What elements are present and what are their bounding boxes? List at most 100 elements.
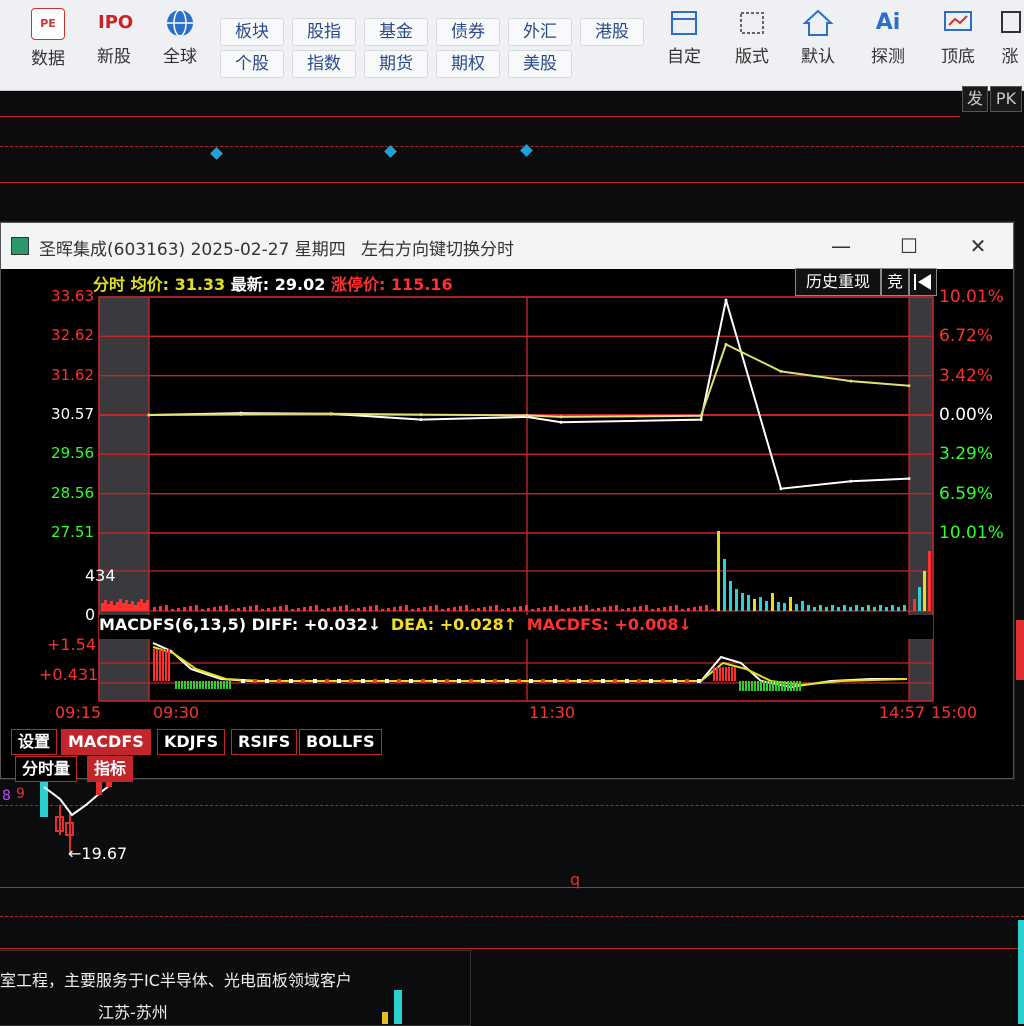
tab-bollfs[interactable]: BOLLFS: [299, 729, 382, 755]
bg-marker: [210, 147, 223, 160]
btn-fund[interactable]: 基金: [364, 18, 428, 46]
volume-bar: [735, 589, 738, 611]
macd-bar: [713, 667, 715, 681]
volume-bar: [747, 595, 750, 611]
pe-icon: PE: [31, 8, 65, 40]
avg-price-point: [525, 413, 529, 417]
macd-dot: [289, 679, 293, 683]
layout-icon: [736, 8, 768, 38]
toolbar-ipo[interactable]: IPO 新股: [86, 8, 142, 67]
company-location: 江苏-苏州: [98, 1003, 168, 1022]
macd-dot: [433, 679, 437, 683]
dea-label: DEA:: [390, 615, 435, 634]
btn-forex[interactable]: 外汇: [508, 18, 572, 46]
tab-macdfs[interactable]: MACDFS: [61, 729, 151, 755]
volume-bar: [771, 593, 774, 611]
volume-bar: [387, 608, 390, 611]
btn-hk-stock[interactable]: 港股: [580, 18, 644, 46]
price-point: [699, 418, 703, 422]
toolbar-ipo-label: 新股: [97, 47, 131, 67]
volume-bar: [125, 600, 128, 611]
volume-bar: [459, 606, 462, 611]
price-point: [849, 479, 853, 483]
volume-bar: [171, 609, 174, 611]
toolbar-global[interactable]: 全球: [152, 8, 208, 67]
volume-bar: [753, 599, 756, 611]
volume-bar: [513, 607, 516, 611]
volume-bar: [119, 599, 122, 611]
btn-stock-index[interactable]: 股指: [292, 18, 356, 46]
toolbar-data[interactable]: PE 数据: [20, 8, 76, 69]
toolbar-top-bottom[interactable]: 顶底: [930, 8, 986, 67]
volume-bar: [807, 605, 810, 611]
pk-button[interactable]: PK: [990, 86, 1022, 112]
bg-bar: [1016, 620, 1024, 680]
btn-futures[interactable]: 期货: [364, 50, 428, 78]
volume-bar: [795, 604, 798, 611]
btn-options[interactable]: 期权: [436, 50, 500, 78]
post-market-band: [909, 297, 933, 701]
bg-grid-line: [0, 887, 1024, 888]
macd-bar: [781, 681, 783, 691]
volume-bar: [663, 607, 666, 611]
macd-dot: [325, 679, 329, 683]
macd-bar: [725, 667, 727, 681]
btn-individual-stock[interactable]: 个股: [220, 50, 284, 78]
btn-us-stock[interactable]: 美股: [508, 50, 572, 78]
macd-bar: [754, 681, 756, 691]
volume-bar: [777, 602, 780, 611]
macd-bar: [769, 681, 771, 691]
tab-settings[interactable]: 设置: [11, 729, 58, 755]
macd-bar: [196, 681, 198, 689]
toolbar-default[interactable]: 默认: [790, 8, 846, 67]
price-line: [148, 299, 910, 490]
volume-bar: [913, 599, 916, 611]
macd-bar: [193, 681, 195, 689]
volume-bar: [573, 607, 576, 611]
bg-marker-q: q: [570, 870, 581, 889]
rise-icon: [998, 8, 1022, 38]
fa-button[interactable]: 发: [962, 86, 988, 112]
volume-bar: [849, 607, 852, 611]
volume-bar: [351, 609, 354, 611]
volume-bar: [813, 607, 816, 611]
volume-bar: [759, 597, 762, 611]
toolbar-layout[interactable]: 版式: [724, 8, 780, 67]
volume-bar: [104, 600, 107, 611]
volume-bar: [705, 605, 708, 611]
tab-kdjfs[interactable]: KDJFS: [157, 729, 226, 755]
avg-price-point: [907, 384, 911, 388]
volume-bar: [110, 601, 113, 611]
volume-bar: [897, 607, 900, 611]
macd-dot: [457, 679, 461, 683]
dea-value: +0.028↑: [439, 615, 518, 634]
tab-volume[interactable]: 分时量: [15, 756, 78, 782]
tab-indicator[interactable]: 指标: [87, 756, 134, 782]
btn-index[interactable]: 指数: [292, 50, 356, 78]
btn-sector[interactable]: 板块: [220, 18, 284, 46]
time-1457: 14:57: [879, 703, 926, 722]
home-icon: [802, 8, 834, 38]
macd-dot: [397, 679, 401, 683]
btn-bond[interactable]: 债券: [436, 18, 500, 46]
volume-bar: [525, 605, 528, 611]
toolbar-rise[interactable]: 涨: [996, 8, 1024, 67]
toolbar-custom[interactable]: 自定: [656, 8, 712, 67]
macd-bar: [760, 681, 762, 691]
macd-bar: [784, 681, 786, 691]
volume-bar: [297, 608, 300, 611]
volume-bar: [928, 551, 931, 611]
macd-bar: [175, 681, 177, 689]
macd-bar: [168, 649, 170, 681]
tab-rsifs[interactable]: RSIFS: [231, 729, 298, 755]
volume-bar: [855, 605, 858, 611]
avg-price-point: [419, 413, 423, 417]
macd-dot: [493, 679, 497, 683]
volume-bar: [519, 606, 522, 611]
toolbar-detect[interactable]: Ai 探测: [860, 8, 916, 67]
macd-dot: [277, 679, 281, 683]
volume-bar: [195, 605, 198, 611]
volume-bar: [107, 604, 110, 611]
avg-price-point: [239, 412, 243, 416]
diff-value: +0.032↓: [303, 615, 382, 634]
